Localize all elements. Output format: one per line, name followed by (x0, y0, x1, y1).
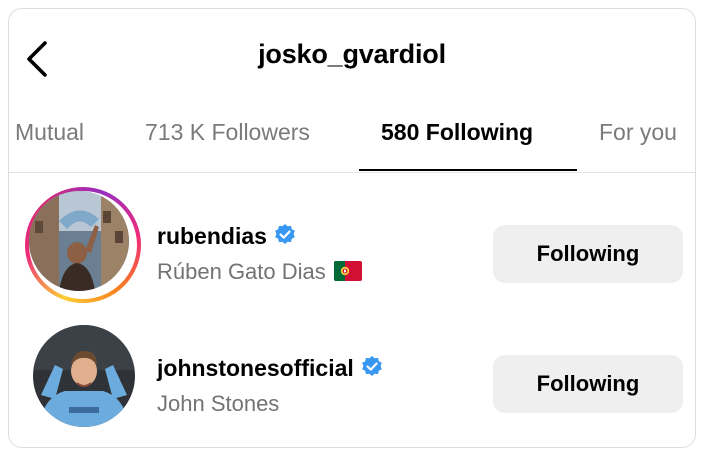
following-button[interactable]: Following (493, 355, 683, 413)
tab-mutual[interactable]: Mutual (15, 119, 84, 146)
username[interactable]: rubendias (157, 223, 297, 250)
following-list-panel: josko_gvardiol Mutual 713 K Followers 58… (8, 8, 696, 448)
list-item[interactable]: rubendias Rúben Gato Dias Following (9, 187, 695, 309)
full-name: Rúben Gato Dias (157, 259, 362, 285)
tab-for-you[interactable]: For you (599, 119, 677, 146)
header: josko_gvardiol (9, 9, 695, 95)
avatar (29, 191, 129, 291)
verified-badge-icon (275, 224, 295, 244)
tabs-divider (9, 172, 695, 173)
story-ring[interactable] (25, 187, 141, 303)
page-title: josko_gvardiol (258, 39, 446, 69)
portugal-flag-icon (333, 261, 362, 281)
tab-followers[interactable]: 713 K Followers (145, 119, 310, 146)
full-name: John Stones (157, 391, 280, 416)
avatar[interactable] (33, 325, 135, 427)
following-button[interactable]: Following (493, 225, 683, 283)
tab-bar: Mutual 713 K Followers 580 Following For… (9, 113, 695, 173)
list-item[interactable]: johnstonesofficial John Stones Following (9, 321, 695, 443)
tab-following[interactable]: 580 Following (381, 119, 533, 146)
verified-badge-icon (361, 356, 382, 376)
username[interactable]: johnstonesofficial (157, 355, 384, 382)
active-tab-indicator (359, 169, 577, 171)
